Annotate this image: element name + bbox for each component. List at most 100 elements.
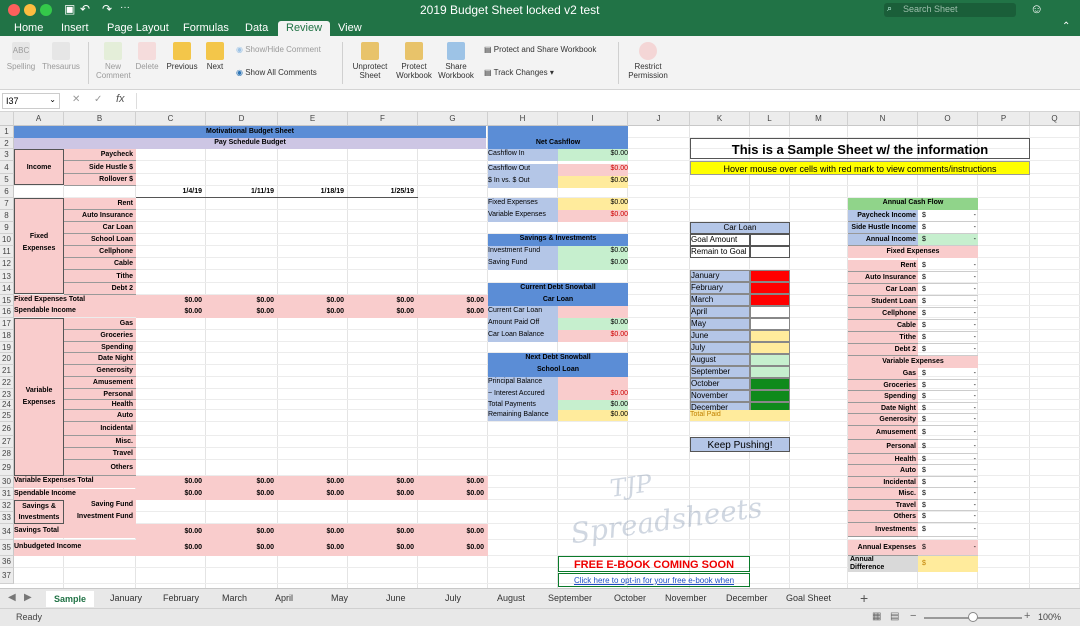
column-header-g[interactable]: G — [418, 112, 488, 126]
row-header-32[interactable]: 32 — [0, 500, 14, 512]
row-header-25[interactable]: 25 — [0, 410, 14, 422]
row-header-24[interactable]: 24 — [0, 400, 14, 410]
thesaurus-button[interactable]: Thesaurus — [40, 42, 82, 71]
track-changes-button[interactable]: ▤ Track Changes ▾ — [484, 68, 574, 77]
next-comment-button[interactable]: Next — [202, 42, 228, 71]
unprotect-sheet-button[interactable]: Unprotect Sheet — [350, 42, 390, 80]
more-icon[interactable]: ··· — [120, 2, 130, 13]
search-box[interactable]: ⌕ Search Sheet — [884, 3, 1016, 17]
show-hide-comment-button[interactable]: ◉ Show/Hide Comment — [236, 45, 336, 54]
row-header-4[interactable]: 4 — [0, 161, 14, 174]
row-header-8[interactable]: 8 — [0, 210, 14, 222]
name-box[interactable]: I37 ⌄ — [2, 93, 60, 109]
column-header-a[interactable]: A — [14, 112, 64, 126]
row-header-37[interactable]: 37 — [0, 568, 14, 584]
redo-icon[interactable]: ↷ — [102, 2, 112, 16]
row-header-1[interactable]: 1 — [0, 126, 14, 138]
row-header-33[interactable]: 33 — [0, 512, 14, 524]
protect-share-button[interactable]: ▤ Protect and Share Workbook — [484, 45, 614, 54]
row-header-27[interactable]: 27 — [0, 436, 14, 448]
page-layout-view-icon[interactable]: ▤ — [890, 611, 899, 622]
row-header-26[interactable]: 26 — [0, 422, 14, 436]
column-header-e[interactable]: E — [278, 112, 348, 126]
zoom-window-icon[interactable] — [40, 4, 52, 16]
undo-icon[interactable]: ↶ — [80, 2, 90, 16]
function-icon[interactable]: fx — [116, 93, 125, 105]
restrict-permission-button[interactable]: Restrict Permission — [624, 42, 672, 80]
row-header-6[interactable]: 6 — [0, 186, 14, 198]
formula-input[interactable] — [136, 93, 1066, 109]
row-header-23[interactable]: 23 — [0, 389, 14, 400]
tab-formulas[interactable]: Formulas — [175, 21, 237, 36]
share-workbook-button[interactable]: Share Workbook — [436, 42, 476, 80]
row-header-18[interactable]: 18 — [0, 330, 14, 342]
delete-comment-button[interactable]: Delete — [132, 42, 162, 71]
column-header-m[interactable]: M — [790, 112, 848, 126]
row-header-13[interactable]: 13 — [0, 270, 14, 283]
sheet-tab-february[interactable]: February — [163, 593, 199, 603]
sheet-tab-october[interactable]: October — [614, 593, 646, 603]
row-header-22[interactable]: 22 — [0, 377, 14, 389]
column-header-c[interactable]: C — [136, 112, 206, 126]
sheet-tab-june[interactable]: June — [386, 593, 406, 603]
zoom-out-icon[interactable]: − — [910, 610, 916, 622]
sheet-tab-november[interactable]: November — [665, 593, 707, 603]
row-header-34[interactable]: 34 — [0, 524, 14, 540]
zoom-in-icon[interactable]: + — [1024, 610, 1030, 622]
close-window-icon[interactable] — [8, 4, 20, 16]
row-header-11[interactable]: 11 — [0, 246, 14, 258]
next-sheet-icon[interactable]: ▶ — [24, 592, 32, 603]
row-header-14[interactable]: 14 — [0, 283, 14, 295]
column-header-p[interactable]: P — [978, 112, 1030, 126]
sheet-tab-sample[interactable]: Sample — [46, 591, 95, 607]
column-header-n[interactable]: N — [848, 112, 918, 126]
row-header-9[interactable]: 9 — [0, 222, 14, 234]
column-header-l[interactable]: L — [750, 112, 790, 126]
column-header-q[interactable]: Q — [1030, 112, 1080, 126]
sheet-tab-march[interactable]: March — [222, 593, 247, 603]
column-header-d[interactable]: D — [206, 112, 278, 126]
column-header-f[interactable]: F — [348, 112, 418, 126]
search-input[interactable]: Search Sheet — [903, 4, 958, 14]
column-header-h[interactable]: H — [488, 112, 558, 126]
protect-workbook-button[interactable]: Protect Workbook — [392, 42, 436, 80]
column-header-k[interactable]: K — [690, 112, 750, 126]
tab-insert[interactable]: Insert — [53, 21, 97, 36]
zoom-slider-handle[interactable] — [968, 612, 978, 622]
sheet-tab-december[interactable]: December — [726, 593, 768, 603]
row-header-15[interactable]: 15 — [0, 295, 14, 306]
principal-balance-value[interactable] — [558, 377, 628, 389]
tab-page-layout[interactable]: Page Layout — [99, 21, 177, 36]
row-header-20[interactable]: 20 — [0, 353, 14, 365]
smiley-icon[interactable]: ☺ — [1030, 1, 1043, 16]
row-header-7[interactable]: 7 — [0, 198, 14, 210]
enter-icon[interactable]: ✓ — [94, 94, 102, 105]
row-header-36[interactable]: 36 — [0, 556, 14, 568]
current-car-loan-value[interactable] — [558, 306, 628, 318]
sheet-tab-september[interactable]: September — [548, 593, 592, 603]
row-header-17[interactable]: 17 — [0, 318, 14, 330]
minimize-window-icon[interactable] — [24, 4, 36, 16]
spreadsheet-grid[interactable]: ABCDEFGHIJKLMNOPQ 1 2 3 4 5 6 7 8 9 10 11 12 13 14 15 1… — [0, 112, 1080, 588]
column-header-b[interactable]: B — [64, 112, 136, 126]
prev-sheet-icon[interactable]: ◀ — [8, 592, 16, 603]
row-header-2[interactable]: 2 — [0, 138, 14, 149]
row-header-30[interactable]: 30 — [0, 476, 14, 488]
column-header-j[interactable]: J — [628, 112, 690, 126]
row-header-29[interactable]: 29 — [0, 460, 14, 476]
sheet-tab-august[interactable]: August — [497, 593, 525, 603]
previous-comment-button[interactable]: Previous — [164, 42, 200, 71]
row-header-10[interactable]: 10 — [0, 234, 14, 246]
spelling-button[interactable]: ABC Spelling — [4, 42, 38, 71]
row-header-5[interactable]: 5 — [0, 174, 14, 186]
tab-data[interactable]: Data — [237, 21, 276, 36]
cancel-icon[interactable]: ✕ — [72, 94, 80, 105]
show-all-comments-button[interactable]: ◉ Show All Comments — [236, 68, 336, 77]
add-sheet-icon[interactable]: + — [860, 590, 868, 606]
row-header-31[interactable]: 31 — [0, 488, 14, 500]
row-header-3[interactable]: 3 — [0, 149, 14, 161]
ebook-link[interactable]: Click here to opt-in for your free e-boo… — [558, 573, 750, 587]
sheet-tab-july[interactable]: July — [445, 593, 461, 603]
row-header-28[interactable]: 28 — [0, 448, 14, 460]
normal-view-icon[interactable]: ▦ — [872, 611, 881, 622]
